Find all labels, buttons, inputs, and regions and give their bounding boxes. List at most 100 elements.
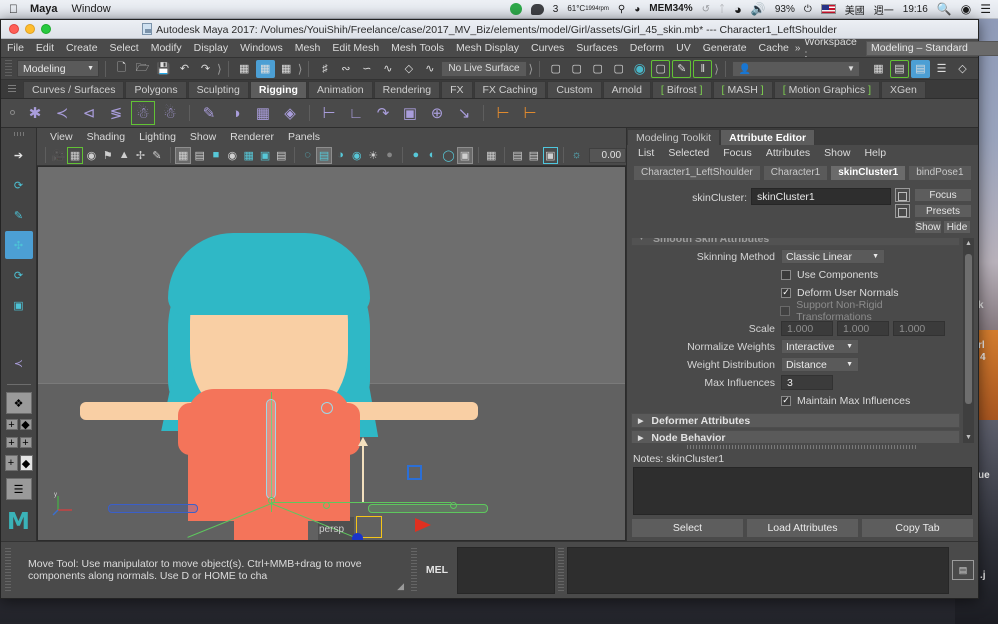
copy-tab-button[interactable]: Copy Tab xyxy=(861,518,974,538)
select-node-input-icon[interactable] xyxy=(895,188,910,202)
ae-menu-selected[interactable]: Selected xyxy=(661,147,716,159)
select-tool[interactable]: ➔ xyxy=(5,141,33,169)
menu-curves[interactable]: Curves xyxy=(525,42,570,54)
section-deformer-attributes[interactable]: ▶ Deformer Attributes xyxy=(631,413,960,428)
channel-box-icon[interactable]: ▤ xyxy=(911,59,930,78)
menu-display[interactable]: Display xyxy=(188,42,234,54)
shelf-tab-bifrost[interactable]: Bifrost xyxy=(651,81,712,98)
attribute-scroll-area[interactable]: ▼ Smooth Skin Attributes Skinning Method… xyxy=(631,238,974,443)
orient-constraint-icon[interactable]: ↷ xyxy=(371,101,395,125)
menu-create[interactable]: Create xyxy=(60,42,104,54)
command-response-field[interactable] xyxy=(567,546,949,594)
four-view-layout[interactable]: + ◆ xyxy=(5,419,32,433)
input-source-flag-icon[interactable] xyxy=(820,4,836,14)
scale-y-field[interactable]: 1.000 xyxy=(837,321,889,336)
shelf-grip[interactable] xyxy=(8,85,16,94)
redo-icon[interactable]: ↷ xyxy=(196,60,215,78)
shelf-tab-animation[interactable]: Animation xyxy=(307,81,373,98)
motion-blur-icon[interactable]: ◐ xyxy=(424,147,439,164)
move-manipulator-center[interactable] xyxy=(321,402,333,414)
macos-menu-window[interactable]: Window xyxy=(72,3,111,15)
last-tool-used[interactable]: ≺ xyxy=(5,349,33,377)
use-components-checkbox[interactable] xyxy=(781,269,791,280)
viewport-blue-marker[interactable] xyxy=(407,465,422,480)
shelf-tab-fx-caching[interactable]: FX Caching xyxy=(473,81,547,98)
menu-edit[interactable]: Edit xyxy=(30,42,60,54)
shelf-tab-motion-graphics[interactable]: Motion Graphics xyxy=(773,81,881,98)
wechat-icon[interactable] xyxy=(530,3,544,15)
mel-language-label[interactable]: MEL xyxy=(420,564,454,576)
smooth-shade-all-icon[interactable]: ▤ xyxy=(316,146,332,164)
camera-attributes-icon[interactable]: ◉ xyxy=(84,147,99,164)
snap-to-point-icon[interactable]: ∽ xyxy=(357,60,376,78)
scrollbar-thumb[interactable] xyxy=(965,254,972,404)
lattice-icon[interactable]: ▦ xyxy=(251,101,275,125)
menu-mesh[interactable]: Mesh xyxy=(289,42,327,54)
deform-user-normals-checkbox[interactable]: ✓ xyxy=(781,287,791,298)
move-tool[interactable]: ✣ xyxy=(4,231,33,259)
field-chart-icon[interactable]: ▦ xyxy=(241,147,256,164)
menu-select[interactable]: Select xyxy=(104,42,145,54)
menu-deform[interactable]: Deform xyxy=(624,42,670,54)
scale-z-field[interactable]: 1.000 xyxy=(893,321,945,336)
menubar-time[interactable]: 19:16 xyxy=(903,4,928,15)
load-attributes-button[interactable]: Load Attributes xyxy=(746,518,859,538)
toolbar-grip[interactable] xyxy=(5,60,12,77)
render-current-frame-icon[interactable]: ▢ xyxy=(546,60,565,78)
double-chevron-right-icon[interactable]: » xyxy=(795,43,801,54)
bookmark-icon[interactable]: ▦ xyxy=(67,146,83,164)
ipr-render-icon[interactable]: ▢ xyxy=(588,60,607,78)
viewport-menu-panels[interactable]: Panels xyxy=(281,131,327,143)
scale-constraint-icon[interactable]: ▣ xyxy=(398,101,422,125)
gpu-icon[interactable]: ◕ xyxy=(634,4,640,15)
two-pane-split-layout[interactable]: + ◆ xyxy=(4,455,33,474)
node-tab-skincluster1[interactable]: skinCluster1 xyxy=(830,164,907,181)
character-set-dropdown[interactable]: 👤 ▼ xyxy=(731,60,860,77)
tab-attribute-editor[interactable]: Attribute Editor xyxy=(720,129,816,145)
show-hide-editor-icon[interactable]: ▦ xyxy=(869,60,888,78)
memory-monitor[interactable]: MEM 34% xyxy=(649,4,692,14)
rotate-tool[interactable]: ⟳ xyxy=(5,261,33,289)
set-key-icon[interactable]: ⊢ xyxy=(491,101,515,125)
ae-menu-list[interactable]: List xyxy=(631,147,661,159)
select-node-output-icon[interactable] xyxy=(895,204,910,218)
scroll-down-arrow-icon[interactable]: ▼ xyxy=(965,434,972,441)
twopoint-icon[interactable]: ▲ xyxy=(116,147,131,164)
paint-select-tool[interactable]: ✎ xyxy=(5,201,33,229)
max-influences-field[interactable]: 3 xyxy=(781,375,833,390)
normalize-weights-dropdown[interactable]: Interactive ▼ xyxy=(781,339,859,354)
ik-spline-handle-icon[interactable]: ⊲ xyxy=(77,101,101,125)
section-node-behavior[interactable]: ▶ Node Behavior xyxy=(631,430,960,443)
maintain-max-influences-checkbox[interactable]: ✓ xyxy=(781,395,791,406)
notification-center-icon[interactable]: ☰ xyxy=(980,2,991,16)
volume-icon[interactable]: 🔊 xyxy=(751,2,766,16)
insert-joint-icon[interactable]: ≶ xyxy=(104,101,128,125)
screen-space-ao-icon[interactable]: ● xyxy=(408,147,423,164)
battery-charging-icon[interactable]: ⏻ xyxy=(804,4,812,15)
menu-edit-mesh[interactable]: Edit Mesh xyxy=(326,42,385,54)
wireframe-icon[interactable]: ◌ xyxy=(300,147,315,164)
render-view-icon[interactable]: ▢ xyxy=(651,59,671,78)
move-manipulator-pivot-handle[interactable] xyxy=(352,533,363,540)
resolution-gate-icon[interactable]: ■ xyxy=(208,147,223,164)
node-tab-character1-leftshoulder[interactable]: Character1_LeftShoulder xyxy=(633,164,761,181)
shelf-tab-mash[interactable]: MASH xyxy=(712,81,773,98)
ae-menu-help[interactable]: Help xyxy=(857,147,893,159)
siri-icon[interactable]: ◉ xyxy=(961,2,971,16)
snap-to-curve-icon[interactable]: ∾ xyxy=(336,60,355,78)
pole-vector-constraint-icon[interactable]: ↘ xyxy=(452,101,476,125)
ik-handle-icon[interactable]: ≺ xyxy=(50,101,74,125)
bind-skin-icon[interactable]: ☃ xyxy=(131,101,155,125)
new-scene-icon[interactable]: 🗋 xyxy=(112,60,131,78)
layer-editor-icon[interactable]: ◇ xyxy=(953,60,972,78)
safe-title-icon[interactable]: ▤ xyxy=(274,147,289,164)
paint-skin-weights-icon[interactable]: ✎ xyxy=(197,101,221,125)
menu-uv[interactable]: UV xyxy=(670,42,697,54)
command-grip-2[interactable] xyxy=(411,548,417,592)
menu-set-dropdown[interactable]: Modeling ▼ xyxy=(17,60,99,77)
hypershade-icon[interactable]: ◉ xyxy=(630,60,649,78)
open-scene-icon[interactable]: 🗁 xyxy=(133,60,152,78)
redo-previous-render-icon[interactable]: ▢ xyxy=(567,60,586,78)
render-settings-icon[interactable]: ▢ xyxy=(609,60,628,78)
snap-to-grid-icon[interactable]: ♯ xyxy=(315,60,334,78)
